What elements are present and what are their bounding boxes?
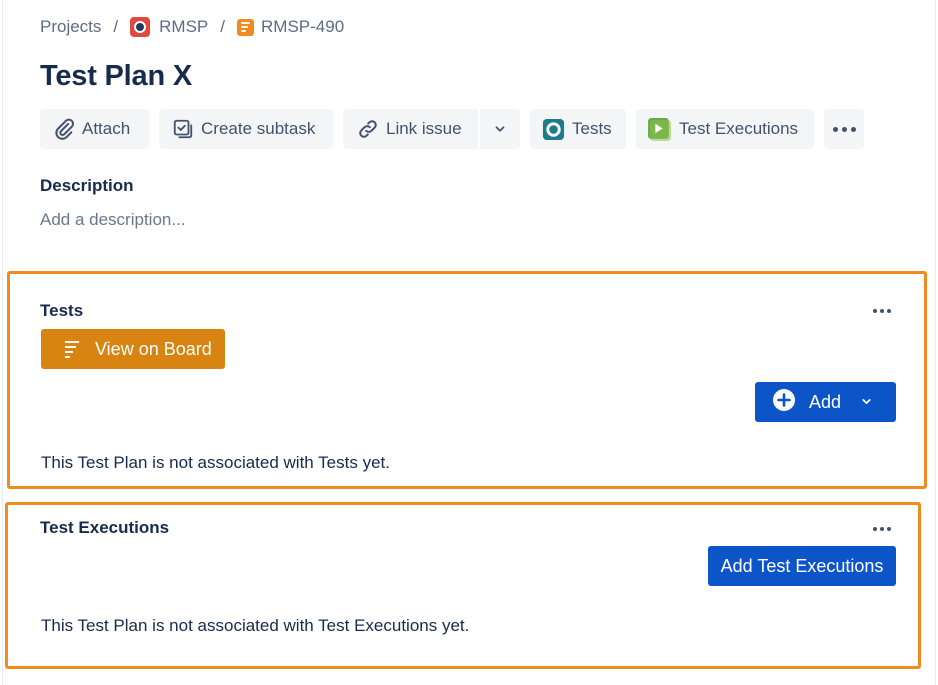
create-subtask-label: Create subtask (201, 119, 316, 138)
issue-title[interactable]: Test Plan X (40, 60, 192, 93)
tests-empty-message: This Test Plan is not associated with Te… (41, 453, 390, 472)
chevron-down-icon (860, 392, 873, 413)
subtask-checkbox-icon (172, 118, 194, 140)
create-subtask-button[interactable]: Create subtask (159, 109, 333, 149)
add-tests-button[interactable]: Add (755, 382, 896, 422)
breadcrumb-project-label: RMSP (159, 17, 209, 36)
page-right-border (935, 0, 936, 685)
breadcrumb: Projects / RMSP / RMSP-490 (40, 16, 344, 38)
description-placeholder[interactable]: Add a description... (40, 210, 186, 230)
xray-tests-icon (542, 118, 565, 141)
breadcrumb-projects[interactable]: Projects (40, 17, 101, 37)
tests-panel-title: Tests (40, 301, 84, 320)
link-issue-label: Link issue (386, 119, 462, 138)
attach-button[interactable]: Attach (40, 109, 149, 149)
test-executions-label: Test Executions (679, 119, 799, 138)
tests-button[interactable]: Tests (530, 109, 626, 149)
xray-executions-icon (647, 117, 672, 142)
view-on-board-button[interactable]: View on Board (41, 329, 225, 369)
tests-label: Tests (572, 119, 612, 138)
link-icon (357, 118, 379, 140)
description-heading: Description (40, 176, 134, 195)
test-executions-panel-more-icon[interactable] (873, 527, 891, 531)
add-tests-label: Add (809, 391, 842, 412)
project-avatar-icon (130, 17, 151, 37)
tests-panel-more-icon[interactable] (873, 309, 891, 313)
link-issue-button[interactable]: Link issue (343, 109, 478, 149)
breadcrumb-project[interactable]: RMSP (130, 17, 208, 37)
plus-circle-icon (772, 388, 796, 417)
attach-label: Attach (82, 119, 131, 138)
breadcrumb-separator: / (220, 17, 226, 36)
breadcrumb-separator: / (113, 17, 119, 36)
paperclip-icon (53, 118, 75, 140)
add-test-executions-button[interactable]: Add Test Executions (708, 546, 896, 586)
test-executions-panel-title: Test Executions (40, 518, 170, 537)
breadcrumb-issue[interactable]: RMSP-490 (237, 17, 344, 37)
more-actions-button[interactable] (824, 109, 864, 149)
more-horizontal-icon (832, 126, 856, 132)
view-on-board-label: View on Board (95, 338, 212, 359)
link-issue-dropdown-button[interactable] (480, 109, 520, 149)
breadcrumb-issue-key: RMSP-490 (261, 17, 345, 36)
page-left-border (2, 0, 3, 685)
test-plan-icon (237, 18, 255, 36)
board-lines-icon (65, 340, 79, 358)
test-executions-empty-message: This Test Plan is not associated with Te… (41, 616, 470, 635)
test-executions-button[interactable]: Test Executions (636, 109, 814, 149)
chevron-down-icon (493, 122, 507, 136)
